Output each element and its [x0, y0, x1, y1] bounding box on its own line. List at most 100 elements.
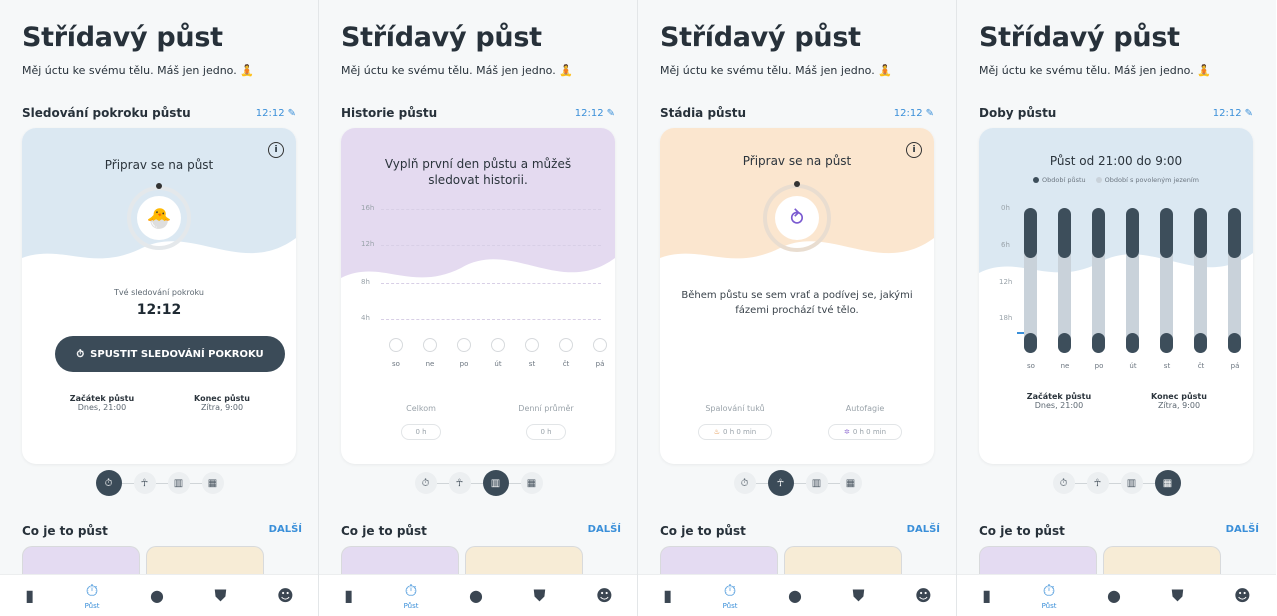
y-label: 8h	[361, 278, 370, 286]
nav-book-icon[interactable]: ▮	[982, 586, 991, 605]
bottom-nav: ▮ ⏱ Půst ● ⛊ ☻	[0, 574, 318, 616]
gridline	[381, 245, 601, 246]
pager-calendar-icon[interactable]: ▦	[1154, 470, 1181, 496]
gridline	[381, 319, 601, 320]
nav-book-icon[interactable]: ▮	[663, 586, 672, 605]
pager-calendar-icon[interactable]: ▦	[520, 472, 543, 494]
fast-end-value: Zítra, 9:00	[200, 403, 244, 412]
pager-chart-icon[interactable]: ▥	[482, 470, 509, 496]
day-label: po	[1094, 362, 1104, 370]
section-title: Doby půstu	[979, 106, 1057, 120]
nav-shield-icon[interactable]: ⛊	[534, 586, 546, 606]
day-bar-fast	[1160, 333, 1173, 353]
pager-stopwatch-icon[interactable]: ⏱	[1052, 472, 1075, 494]
total-value: 0 h	[415, 428, 427, 436]
edit-plan-link[interactable]: 12:12 ✎	[894, 108, 934, 119]
dalsi-link[interactable]: DALŠÍ	[1226, 524, 1259, 538]
day-label: pá	[1230, 362, 1240, 370]
card-heading: Půst od 21:00 do 9:00	[1049, 154, 1183, 168]
dalsi-link[interactable]: DALŠÍ	[269, 524, 302, 538]
page-title: Střídavý půst	[979, 22, 1180, 53]
dalsi-link[interactable]: DALŠÍ	[907, 524, 940, 538]
nav-profile-icon[interactable]: ☻	[596, 586, 613, 605]
nav-shield-icon[interactable]: ⛊	[215, 586, 227, 606]
pager-chart-icon[interactable]: ▥	[805, 472, 828, 494]
y-label: 6h	[1001, 241, 1010, 249]
nav-food-icon[interactable]: ●	[469, 586, 483, 605]
day-label: út	[1129, 362, 1137, 370]
edit-plan-link[interactable]: 12:12 ✎	[256, 108, 296, 119]
pager-body-icon[interactable]: ☥	[133, 472, 156, 494]
progress-card: i Připrav se na půst 🐣 Tvé sledování pok…	[22, 128, 296, 464]
gridline	[381, 209, 601, 210]
article-tiles	[22, 546, 318, 582]
y-label: 0h	[1001, 204, 1010, 212]
avg-pill: 0 h	[526, 424, 566, 440]
section-title: Sledování pokroku půstu	[22, 106, 191, 120]
day-label: st	[528, 360, 536, 368]
pager-stopwatch-icon[interactable]: ⏱	[733, 472, 756, 494]
co-je-to-pust-header: Co je to půst DALŠÍ	[660, 524, 940, 538]
pager-calendar-icon[interactable]: ▦	[839, 472, 862, 494]
pencil-icon: ✎	[925, 107, 934, 119]
y-label: 18h	[999, 314, 1013, 322]
nav-book-icon[interactable]: ▮	[25, 586, 34, 605]
nav-shield-icon[interactable]: ⛊	[853, 586, 865, 606]
fast-start-label: Začátek půstu	[69, 394, 135, 403]
dalsi-link[interactable]: DALŠÍ	[588, 524, 621, 538]
pager-chart-icon[interactable]: ▥	[167, 472, 190, 494]
page-subtitle: Měj úctu ke svému tělu. Máš jen jedno. 🧘	[341, 64, 573, 77]
plan-time: 12:12	[1212, 107, 1242, 119]
pager-body-icon[interactable]: ☥	[448, 472, 471, 494]
pencil-icon: ✎	[1244, 107, 1253, 119]
gridline	[381, 283, 601, 284]
nav-food-icon[interactable]: ●	[1107, 586, 1121, 605]
nav-food-icon[interactable]: ●	[150, 586, 164, 605]
legend-fast: Období půstu	[1032, 176, 1086, 184]
nav-shield-icon[interactable]: ⛊	[1172, 586, 1184, 606]
nav-book-icon[interactable]: ▮	[344, 586, 353, 605]
day-bar-fast	[1058, 333, 1071, 353]
y-label: 16h	[361, 204, 375, 212]
history-card: Vyplň první den půstu a můžeš sledovat h…	[341, 128, 615, 464]
article-tiles	[341, 546, 637, 582]
day-circle	[525, 338, 539, 352]
fast-start: Začátek půstu Dnes, 21:00	[62, 394, 142, 412]
bottom-nav: ▮ ⏱ Půst ● ⛊ ☻	[957, 574, 1276, 616]
nav-pust[interactable]: ⏱ Půst	[1042, 581, 1057, 610]
co-je-to-pust-header: Co je to půst DALŠÍ	[979, 524, 1259, 538]
day-circle	[423, 338, 437, 352]
nav-profile-icon[interactable]: ☻	[277, 586, 294, 605]
day-label: ne	[425, 360, 435, 368]
pager-stopwatch-icon[interactable]: ⏱	[414, 472, 437, 494]
pager-body-icon[interactable]: ☥	[1086, 472, 1109, 494]
nav-pust[interactable]: ⏱ Půst	[723, 581, 738, 610]
nav-pust[interactable]: ⏱ Půst	[404, 581, 419, 610]
fast-start-label: Začátek půstu	[1026, 392, 1092, 401]
chart-legend: Období půstu Období s povoleným jezením	[979, 176, 1253, 184]
start-tracking-button[interactable]: ⏱ SPUSTIT SLEDOVÁNÍ POKROKU	[55, 336, 285, 372]
day-bar-fast	[1058, 208, 1071, 258]
pager-chart-icon[interactable]: ▥	[1120, 472, 1143, 494]
page-subtitle: Měj úctu ke svému tělu. Máš jen jedno. 🧘	[979, 64, 1211, 77]
day-label: st	[1163, 362, 1171, 370]
bottom-nav: ▮ ⏱ Půst ● ⛊ ☻	[319, 574, 637, 616]
day-bar-fast	[1024, 333, 1037, 353]
nav-food-icon[interactable]: ●	[788, 586, 802, 605]
avg-value: 0 h	[540, 428, 552, 436]
nav-profile-icon[interactable]: ☻	[915, 586, 932, 605]
day-bar-fast	[1126, 208, 1139, 258]
edit-plan-link[interactable]: 12:12 ✎	[575, 108, 615, 119]
info-icon[interactable]: i	[268, 142, 284, 158]
fast-end: Konec půstu Zítra, 9:00	[1139, 392, 1219, 410]
stopwatch-icon: ⏱	[1042, 581, 1056, 600]
pager-body-icon[interactable]: ☥	[767, 470, 794, 496]
co-je-to-pust-header: Co je to půst DALŠÍ	[341, 524, 621, 538]
pager-calendar-icon[interactable]: ▦	[201, 472, 224, 494]
day-bar-fast	[1126, 333, 1139, 353]
nav-pust[interactable]: ⏱ Půst	[85, 581, 100, 610]
pager-stopwatch-icon[interactable]: ⏱	[95, 470, 122, 496]
nav-profile-icon[interactable]: ☻	[1234, 586, 1251, 605]
tracking-label: Tvé sledování pokroku	[114, 288, 204, 297]
edit-plan-link[interactable]: 12:12 ✎	[1213, 108, 1253, 119]
